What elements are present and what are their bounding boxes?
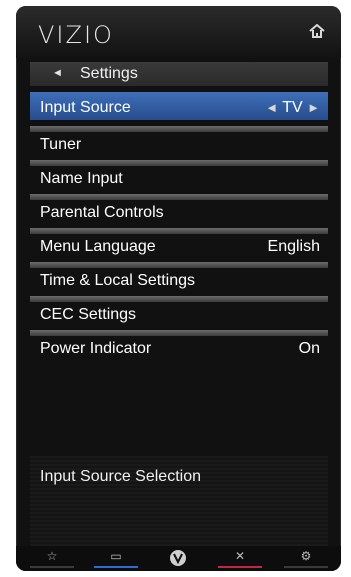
settings-button[interactable]: ⚙ (278, 546, 334, 571)
button-accent (218, 566, 262, 568)
button-accent (30, 566, 74, 568)
widgets-button[interactable]: ▭ (88, 546, 144, 571)
settings-menu: Input Source ◄ TV ► Tuner Name Input Par… (30, 92, 328, 364)
gear-icon: ⚙ (300, 549, 312, 563)
menu-item-tuner[interactable]: Tuner (30, 126, 328, 160)
menu-item-menu-language[interactable]: Menu Language English (30, 228, 328, 262)
bottom-button-bar: ☆ ▭ ✕ ⚙ (16, 546, 341, 571)
menu-item-label: Power Indicator (40, 340, 152, 357)
star-icon: ☆ (46, 549, 58, 563)
settings-title-bar: ◄ Settings (30, 62, 328, 86)
close-button[interactable]: ✕ (212, 546, 268, 571)
button-accent (284, 566, 328, 568)
left-arrow-icon[interactable]: ◄ (265, 100, 278, 115)
menu-item-parental-controls[interactable]: Parental Controls (30, 194, 328, 228)
menu-item-label: Tuner (40, 136, 82, 153)
widgets-icon: ▭ (110, 549, 122, 563)
back-arrow-icon[interactable]: ◄ (52, 67, 63, 79)
menu-item-value: English (267, 238, 320, 255)
menu-item-input-source[interactable]: Input Source ◄ TV ► (30, 92, 328, 126)
menu-item-power-indicator[interactable]: Power Indicator On (30, 330, 328, 364)
input-source-value: TV (282, 99, 303, 116)
close-icon: ✕ (234, 549, 246, 563)
help-info-panel: Input Source Selection (30, 456, 328, 546)
vizio-logo: VIZIO (38, 21, 114, 49)
menu-item-time-local-settings[interactable]: Time & Local Settings (30, 262, 328, 296)
menu-item-label: Input Source (40, 99, 131, 116)
favorite-button[interactable]: ☆ (24, 546, 80, 571)
help-text: Input Source Selection (40, 468, 201, 485)
menu-item-label: Name Input (40, 170, 123, 187)
right-arrow-icon[interactable]: ► (307, 100, 320, 115)
home-icon[interactable] (309, 23, 325, 38)
settings-title: Settings (80, 65, 138, 82)
top-header: VIZIO (16, 6, 341, 58)
menu-item-label: CEC Settings (40, 306, 137, 323)
menu-item-name-input[interactable]: Name Input (30, 160, 328, 194)
vizio-button[interactable] (150, 546, 206, 571)
menu-item-label: Time & Local Settings (40, 272, 196, 289)
menu-item-value: ◄ TV ► (265, 99, 320, 117)
vizio-v-icon (150, 549, 206, 570)
menu-item-cec-settings[interactable]: CEC Settings (30, 296, 328, 330)
menu-item-label: Parental Controls (40, 204, 164, 221)
menu-item-label: Menu Language (40, 238, 156, 255)
tv-screen: VIZIO ◄ Settings Input Source ◄ TV ► Tun… (16, 6, 341, 571)
button-accent (94, 566, 138, 568)
menu-item-value: On (298, 340, 320, 357)
